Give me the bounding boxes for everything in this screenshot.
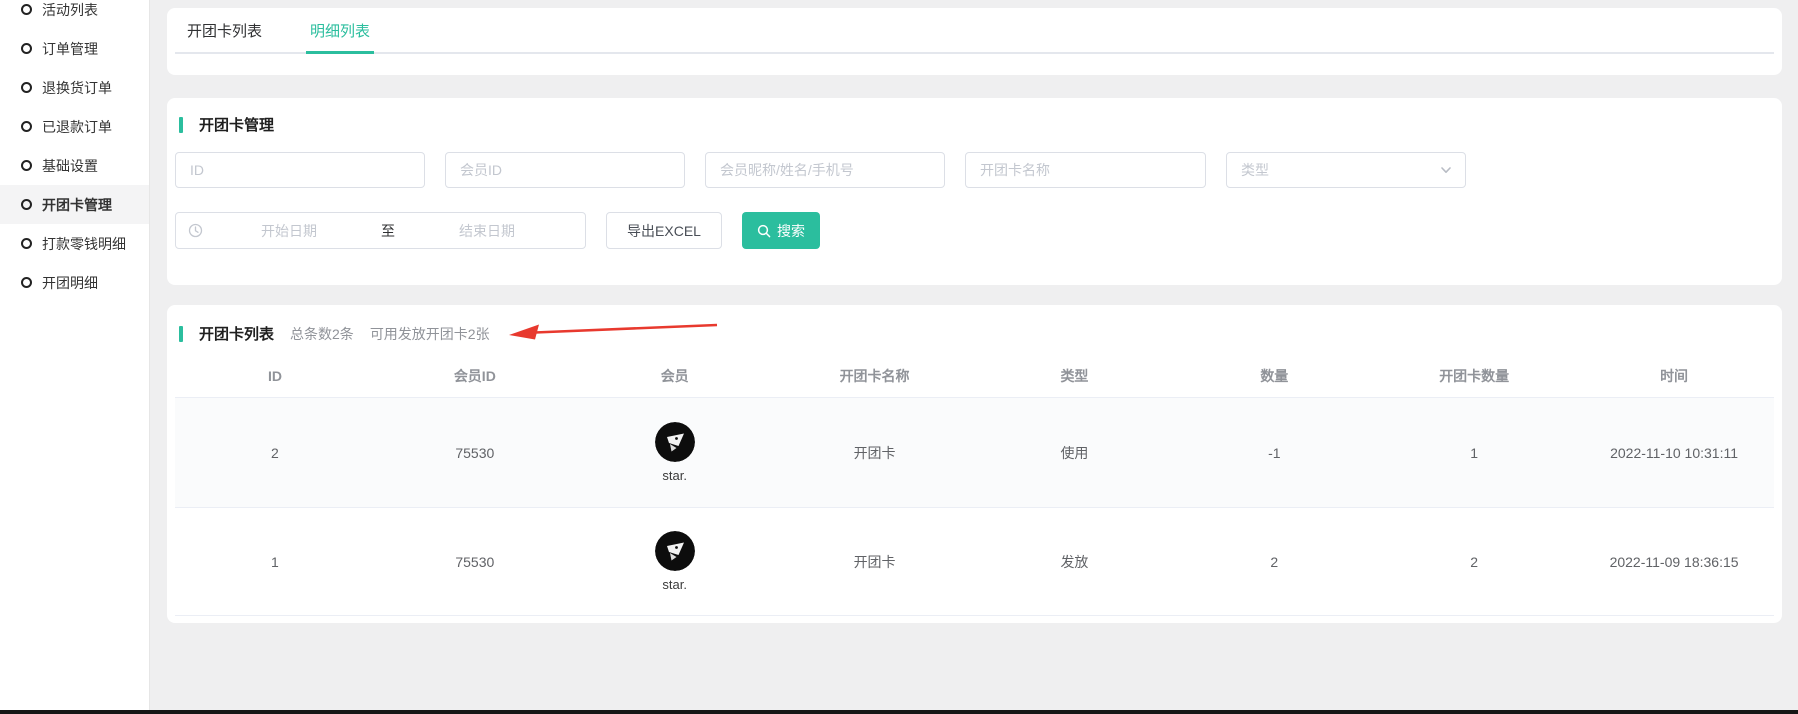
sidebar-item-label: 订单管理 <box>42 39 98 59</box>
cell-member-id: 75530 <box>375 554 575 570</box>
start-date-placeholder: 开始日期 <box>203 221 375 241</box>
sidebar-item-group-detail[interactable]: 开团明细 <box>0 263 149 302</box>
main-content: 开团卡列表 明细列表 开团卡管理 类型 <box>151 0 1798 710</box>
filter-title: 开团卡管理 <box>191 114 274 135</box>
filter-inputs-row: 类型 <box>175 152 1774 188</box>
member-avatar <box>655 531 695 571</box>
column-header-quantity: 数量 <box>1174 366 1374 386</box>
sidebar-item-label: 打款零钱明细 <box>42 234 126 254</box>
date-range-picker[interactable]: 开始日期 至 结束日期 <box>175 212 586 249</box>
cell-member-id: 75530 <box>375 445 575 461</box>
cell-card-quantity: 1 <box>1374 445 1574 461</box>
tab-detail-list[interactable]: 明细列表 <box>306 8 374 52</box>
cell-card-name: 开团卡 <box>775 552 975 572</box>
cell-time: 2022-11-10 10:31:11 <box>1574 445 1774 461</box>
member-nickname-input[interactable] <box>705 152 945 188</box>
column-header-member-id: 会员ID <box>375 366 575 386</box>
member-name: star. <box>662 577 687 592</box>
column-header-member: 会员 <box>575 366 775 386</box>
tab-group-card-list[interactable]: 开团卡列表 <box>183 8 266 52</box>
circle-bullet-icon <box>21 82 32 93</box>
group-card-table: ID 会员ID 会员 开团卡名称 类型 数量 开团卡数量 时间 2 75530 <box>175 354 1774 616</box>
circle-bullet-icon <box>21 238 32 249</box>
circle-bullet-icon <box>21 277 32 288</box>
clock-icon <box>188 223 203 238</box>
tab-label: 开团卡列表 <box>187 20 262 41</box>
member-avatar <box>655 422 695 462</box>
sidebar-item-label: 已退款订单 <box>42 117 112 137</box>
end-date-placeholder: 结束日期 <box>401 221 573 241</box>
circle-bullet-icon <box>21 43 32 54</box>
circle-bullet-icon <box>21 199 32 210</box>
cell-member: star. <box>575 422 775 483</box>
column-header-card-quantity: 开团卡数量 <box>1374 366 1574 386</box>
cell-quantity: 2 <box>1174 554 1374 570</box>
table-header-row: ID 会员ID 会员 开团卡名称 类型 数量 开团卡数量 时间 <box>175 354 1774 398</box>
list-card: 开团卡列表 总条数2条 可用发放开团卡2张 ID 会员ID 会员 开团卡名称 类… <box>167 305 1782 623</box>
date-separator: 至 <box>375 221 401 241</box>
member-id-input[interactable] <box>445 152 685 188</box>
sidebar-item-label: 基础设置 <box>42 156 98 176</box>
table-row: 1 75530 star. <box>175 508 1774 616</box>
section-accent-bar <box>179 117 183 133</box>
tab-label: 明细列表 <box>310 20 370 41</box>
member-name: star. <box>662 468 687 483</box>
cell-card-name: 开团卡 <box>775 443 975 463</box>
filter-card: 开团卡管理 类型 开始日期 至 结束日期 <box>167 98 1782 285</box>
red-arrow-annotation <box>508 321 720 343</box>
cell-id: 1 <box>175 554 375 570</box>
sidebar-item-order-management[interactable]: 订单管理 <box>0 29 149 68</box>
circle-bullet-icon <box>21 121 32 132</box>
table-row: 2 75530 star. <box>175 398 1774 508</box>
sidebar-item-label: 开团卡管理 <box>42 195 112 215</box>
sidebar-menu: 活动列表 订单管理 退换货订单 已退款订单 基础设置 开团卡管理 打款零钱明细 <box>0 0 149 302</box>
section-accent-bar <box>179 326 183 342</box>
column-header-time: 时间 <box>1574 366 1774 386</box>
sidebar-item-activity-list[interactable]: 活动列表 <box>0 0 149 29</box>
window-bottom-edge <box>0 710 1798 714</box>
id-input[interactable] <box>175 152 425 188</box>
sidebar-item-refunded-orders[interactable]: 已退款订单 <box>0 107 149 146</box>
sidebar-item-label: 开团明细 <box>42 273 98 293</box>
list-title: 开团卡列表 <box>191 323 274 344</box>
type-select[interactable]: 类型 <box>1226 152 1466 188</box>
sidebar: 活动列表 订单管理 退换货订单 已退款订单 基础设置 开团卡管理 打款零钱明细 <box>0 0 150 710</box>
tab-bar: 开团卡列表 明细列表 <box>175 8 1774 54</box>
chevron-down-icon <box>1439 163 1453 177</box>
search-button-label: 搜索 <box>777 221 805 241</box>
sidebar-item-label: 退换货订单 <box>42 78 112 98</box>
sidebar-item-payment-change-detail[interactable]: 打款零钱明细 <box>0 224 149 263</box>
sidebar-item-basic-settings[interactable]: 基础设置 <box>0 146 149 185</box>
sidebar-item-return-orders[interactable]: 退换货订单 <box>0 68 149 107</box>
available-cards-text: 可用发放开团卡2张 <box>370 324 490 344</box>
column-header-card-name: 开团卡名称 <box>775 366 975 386</box>
cell-type: 使用 <box>975 443 1175 463</box>
search-icon <box>757 224 771 238</box>
tabs-card: 开团卡列表 明细列表 <box>167 8 1782 75</box>
card-name-input[interactable] <box>965 152 1206 188</box>
sidebar-item-group-card-management[interactable]: 开团卡管理 <box>0 185 149 224</box>
cell-quantity: -1 <box>1174 445 1374 461</box>
circle-bullet-icon <box>21 4 32 15</box>
export-excel-button[interactable]: 导出EXCEL <box>606 212 722 249</box>
total-count-text: 总条数2条 <box>290 324 354 344</box>
cell-member: star. <box>575 531 775 592</box>
cell-type: 发放 <box>975 552 1175 572</box>
search-button[interactable]: 搜索 <box>742 212 820 249</box>
circle-bullet-icon <box>21 160 32 171</box>
type-select-placeholder: 类型 <box>1241 160 1269 180</box>
sidebar-item-label: 活动列表 <box>42 0 98 20</box>
filter-section-header: 开团卡管理 <box>175 114 1774 135</box>
column-header-type: 类型 <box>975 366 1175 386</box>
column-header-id: ID <box>175 368 375 384</box>
filter-actions-row: 开始日期 至 结束日期 导出EXCEL 搜索 <box>175 212 1774 249</box>
cell-time: 2022-11-09 18:36:15 <box>1574 554 1774 570</box>
cell-id: 2 <box>175 445 375 461</box>
list-section-header: 开团卡列表 总条数2条 可用发放开团卡2张 <box>175 323 1774 344</box>
cell-card-quantity: 2 <box>1374 554 1574 570</box>
